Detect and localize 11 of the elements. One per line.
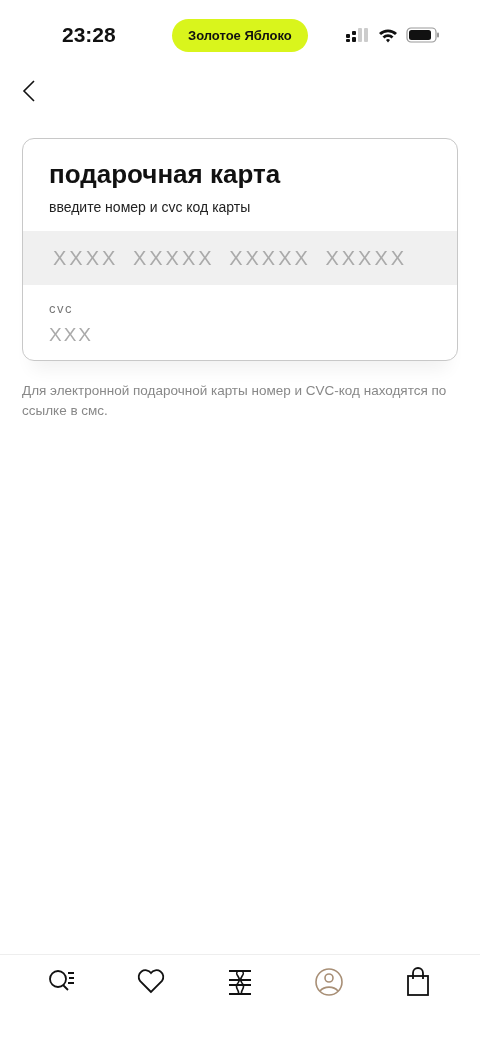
cvc-label: cvc [49, 301, 74, 316]
back-button[interactable] [22, 79, 38, 103]
card-title: подарочная карта [49, 159, 282, 190]
info-note: Для электронной подарочной карты номер и CVC-код находятся по ссылке в смс. [22, 382, 448, 420]
card-subtitle: введите номер и cvc код карты [49, 199, 252, 215]
battery-icon [406, 27, 440, 43]
signal-icon [346, 28, 370, 42]
card-number-field[interactable]: XXXX XXXXX XXXXX XXXXX [23, 231, 457, 285]
wifi-icon [378, 27, 398, 43]
app-pill[interactable]: Золотое Яблоко [172, 18, 308, 52]
status-time: 23:28 [62, 23, 117, 47]
